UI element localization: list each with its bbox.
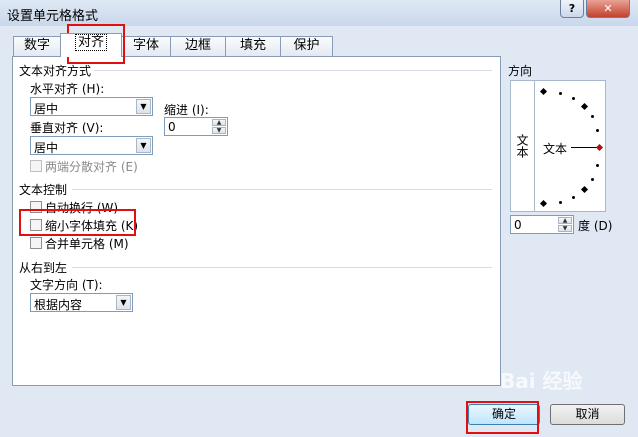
tab-protection[interactable]: 保护 [280, 36, 333, 56]
tab-number[interactable]: 数字 [13, 36, 61, 56]
divider [72, 189, 492, 190]
dial-dot [559, 92, 562, 95]
orientation-needle[interactable] [571, 147, 598, 148]
merge-cells-label: 合并单元格 (M) [45, 237, 129, 251]
spin-down-icon[interactable]: ▼ [558, 225, 572, 232]
dial-dot [596, 164, 599, 167]
help-button[interactable]: ? [560, 0, 584, 18]
spin-down-icon[interactable]: ▼ [212, 127, 226, 134]
cancel-button[interactable]: 取消 [550, 404, 625, 425]
highlight-box-shrink [19, 209, 136, 236]
tab-border[interactable]: 边框 [170, 36, 226, 56]
spin-up-icon[interactable]: ▲ [212, 119, 226, 126]
indent-stepper[interactable]: 0 ▲ ▼ [164, 117, 228, 136]
watermark-logo: Bai 经验 [500, 369, 583, 393]
tab-fill[interactable]: 填充 [225, 36, 281, 56]
chevron-down-icon[interactable]: ▼ [116, 295, 131, 310]
vertical-align-label: 垂直对齐 (V): [30, 121, 104, 135]
text-control-group-title: 文本控制 [19, 183, 68, 197]
vertical-text-toggle[interactable]: 文本 [511, 81, 535, 211]
dial-dot [591, 178, 594, 181]
chevron-down-icon[interactable]: ▼ [136, 99, 151, 114]
degree-stepper[interactable]: 0 ▲ ▼ [510, 215, 574, 234]
spin-up-icon[interactable]: ▲ [558, 217, 572, 224]
dial-dot [559, 201, 562, 204]
title-bar: 设置单元格格式 ? ✕ [0, 0, 638, 26]
orientation-dial-text: 文本 [543, 142, 568, 156]
dial-dot [591, 115, 594, 118]
orientation-group-title: 方向 [508, 64, 533, 78]
degree-label: 度 (D) [578, 219, 613, 233]
distributed-label: 两端分散对齐 (E) [45, 160, 138, 174]
dial-dot [596, 129, 599, 132]
highlight-box-ok [466, 401, 539, 434]
vertical-align-select[interactable]: 居中 ▼ [30, 136, 153, 155]
horizontal-align-label: 水平对齐 (H): [30, 82, 105, 96]
dial-dot [572, 97, 575, 100]
divider [94, 70, 492, 71]
indent-label: 缩进 (I): [164, 103, 209, 117]
tab-font[interactable]: 字体 [121, 36, 171, 56]
text-direction-select[interactable]: 根据内容 ▼ [30, 293, 133, 312]
dial-dot [572, 196, 575, 199]
tab-alignment[interactable]: 对齐 [60, 33, 122, 57]
divider [72, 267, 492, 268]
distributed-checkbox[interactable] [30, 160, 42, 172]
window-title: 设置单元格格式 [7, 9, 99, 24]
merge-cells-checkbox[interactable] [30, 237, 42, 249]
text-direction-label: 文字方向 (T): [30, 278, 103, 292]
horizontal-align-select[interactable]: 居中 ▼ [30, 97, 153, 116]
chevron-down-icon[interactable]: ▼ [136, 138, 151, 153]
close-button[interactable]: ✕ [586, 0, 630, 18]
rtl-group-title: 从右到左 [19, 261, 68, 275]
alignment-group-title: 文本对齐方式 [19, 64, 92, 78]
